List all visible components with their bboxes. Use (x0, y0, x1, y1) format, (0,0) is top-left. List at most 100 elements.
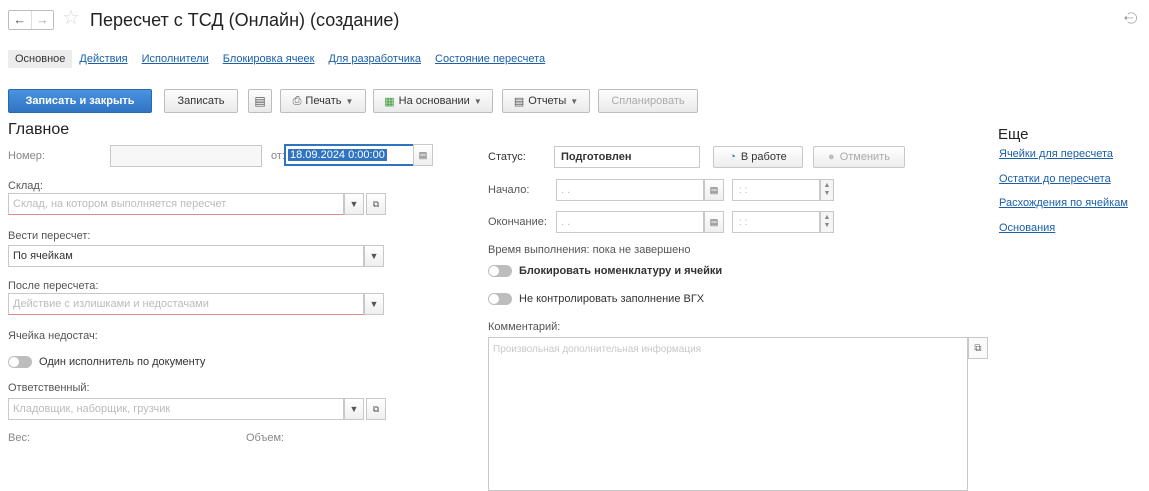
save-button[interactable]: Записать (164, 89, 238, 113)
warehouse-field[interactable]: Склад, на котором выполняется пересчет (8, 193, 344, 215)
responsible-dropdown-button[interactable]: ▼ (344, 398, 364, 420)
calendar-icon: ▤ (418, 149, 428, 160)
warehouse-open-button[interactable]: ⧉ (366, 193, 386, 215)
comment-placeholder: Произвольная дополнительная информация (493, 344, 702, 355)
open-icon: ⧉ (974, 342, 982, 354)
page-title: Пересчет с ТСД (Онлайн) (создание) (90, 10, 400, 30)
recount-mode-field[interactable]: По ячейкам (8, 245, 364, 267)
responsible-placeholder: Кладовщик, наборщик, грузчик (13, 403, 171, 415)
block-items-label: Блокировать номенклатуру и ячейки (519, 265, 723, 277)
single-executor-toggle[interactable] (8, 356, 32, 368)
more-heading: Еще (998, 126, 1029, 143)
after-recount-dropdown-button[interactable]: ▼ (364, 293, 384, 315)
link-cells-for-recount[interactable]: Ячейки для пересчета (999, 148, 1113, 160)
spinner-down-icon: ▼ (823, 222, 831, 229)
calendar-icon: ▤ (709, 216, 719, 227)
calendar-icon: ▤ (709, 184, 719, 195)
spinner-down-icon: ▼ (823, 190, 831, 197)
create-based-icon: ▦ (384, 95, 395, 108)
chevron-down-icon: ▼ (369, 299, 379, 309)
comment-textarea[interactable]: Произвольная дополнительная информация (488, 337, 968, 491)
comment-open-button[interactable]: ⧉ (968, 337, 988, 359)
end-label: Окончание: (488, 216, 547, 228)
end-calendar-button[interactable]: ▤ (704, 211, 724, 233)
end-time-placeholder: : : (739, 216, 748, 228)
number-label: Номер: (8, 150, 45, 162)
block-toggle-row: Блокировать номенклатуру и ячейки (488, 265, 722, 277)
open-icon: ⧉ (372, 198, 380, 209)
after-recount-placeholder: Действие с излишками и недостачами (13, 298, 209, 310)
history-nav: ← → (8, 10, 54, 30)
block-items-toggle[interactable] (488, 265, 512, 277)
warehouse-label: Склад: (8, 180, 43, 192)
end-time-spinner[interactable]: ▲ ▼ (820, 211, 834, 233)
chevron-down-icon: ▼ (473, 96, 482, 106)
tab-main[interactable]: Основное (8, 50, 73, 68)
end-time-field[interactable]: : : (732, 211, 820, 233)
date-field[interactable]: 18.09.2024 0:00:00 (284, 144, 431, 166)
link-stock-before-recount[interactable]: Остатки до пересчета (999, 173, 1111, 185)
responsible-field[interactable]: Кладовщик, наборщик, грузчик (8, 398, 344, 420)
status-label: Статус: (488, 151, 526, 163)
warehouse-dropdown-button[interactable]: ▼ (344, 193, 364, 215)
volume-label: Объем: (246, 432, 285, 444)
tab-developer[interactable]: Для разработчика (321, 50, 428, 68)
number-field[interactable] (110, 145, 262, 167)
report-icon: ▤ (513, 95, 525, 108)
clock-icon: ◔ (729, 151, 736, 163)
tab-actions[interactable]: Действия (72, 50, 134, 68)
no-control-toggle-row: Не контролировать заполнение ВГХ (488, 293, 704, 305)
end-date-placeholder: . . (561, 216, 571, 228)
responsible-label: Ответственный: (8, 382, 90, 394)
end-date-field[interactable]: . . (556, 211, 704, 233)
after-recount-field[interactable]: Действие с излишками и недостачами (8, 293, 364, 315)
spinner-up-icon: ▲ (823, 214, 831, 221)
execution-time-text: Время выполнения: пока не завершено (488, 244, 691, 256)
start-time-spinner[interactable]: ▲ ▼ (820, 179, 834, 201)
calendar-button[interactable]: ▤ (413, 144, 433, 166)
based-on-button[interactable]: ▦ На основании ▼ (373, 89, 493, 113)
reports-label: Отчеты (528, 95, 567, 107)
chevron-down-icon: ▼ (349, 404, 359, 414)
back-arrow-icon[interactable]: ← (9, 11, 31, 29)
responsible-open-button[interactable]: ⧉ (366, 398, 386, 420)
save-and-close-button[interactable]: Записать и закрыть (8, 89, 152, 113)
date-value: 18.09.2024 0:00:00 (288, 149, 387, 161)
favorite-star-icon[interactable]: ☆ (62, 7, 80, 29)
single-executor-toggle-row: Один исполнитель по документу (8, 356, 205, 368)
tab-executors[interactable]: Исполнители (135, 50, 216, 68)
cancel-status-label: Отменить (839, 151, 890, 163)
comment-label: Комментарий: (488, 321, 561, 333)
reports-button[interactable]: ▤ Отчеты ▼ (502, 89, 590, 113)
link-grounds[interactable]: Основания (999, 222, 1055, 234)
no-control-label: Не контролировать заполнение ВГХ (519, 293, 705, 305)
plan-button[interactable]: Спланировать (598, 89, 698, 113)
tab-bar: Основное Действия Исполнители Блокировка… (8, 46, 552, 72)
recount-mode-dropdown-button[interactable]: ▼ (364, 245, 384, 267)
document-list-button[interactable]: ▤ (248, 89, 272, 113)
start-date-placeholder: . . (561, 184, 571, 196)
start-time-field[interactable]: : : (732, 179, 820, 201)
tab-recount-state[interactable]: Состояние пересчета (428, 50, 552, 68)
cancel-status-button[interactable]: ● Отменить (813, 146, 905, 168)
shortage-cell-label: Ячейка недостач: (8, 330, 98, 342)
tab-cell-blocking[interactable]: Блокировка ячеек (216, 50, 322, 68)
cancel-circle-icon: ● (828, 151, 835, 163)
after-recount-label: После пересчета: (8, 280, 99, 292)
start-time-placeholder: : : (739, 184, 748, 196)
no-control-toggle[interactable] (488, 293, 512, 305)
chevron-down-icon: ▼ (349, 199, 359, 209)
start-date-field[interactable]: . . (556, 179, 704, 201)
print-label: Печать (305, 95, 342, 107)
print-button[interactable]: ⎙ Печать ▼ (280, 89, 366, 113)
printer-icon: ⎙ (292, 94, 302, 107)
based-on-label: На основании (398, 95, 470, 107)
in-work-button[interactable]: ◔ В работе (713, 146, 803, 168)
link-discrepancies-by-cells[interactable]: Расхождения по ячейкам (999, 197, 1128, 209)
recount-mode-label: Вести пересчет: (8, 230, 91, 242)
link-icon[interactable]: ⎋ (1122, 8, 1142, 28)
forward-arrow-icon[interactable]: → (30, 11, 54, 29)
start-calendar-button[interactable]: ▤ (704, 179, 724, 201)
in-work-label: В работе (740, 151, 787, 163)
warehouse-placeholder: Склад, на котором выполняется пересчет (13, 198, 227, 210)
